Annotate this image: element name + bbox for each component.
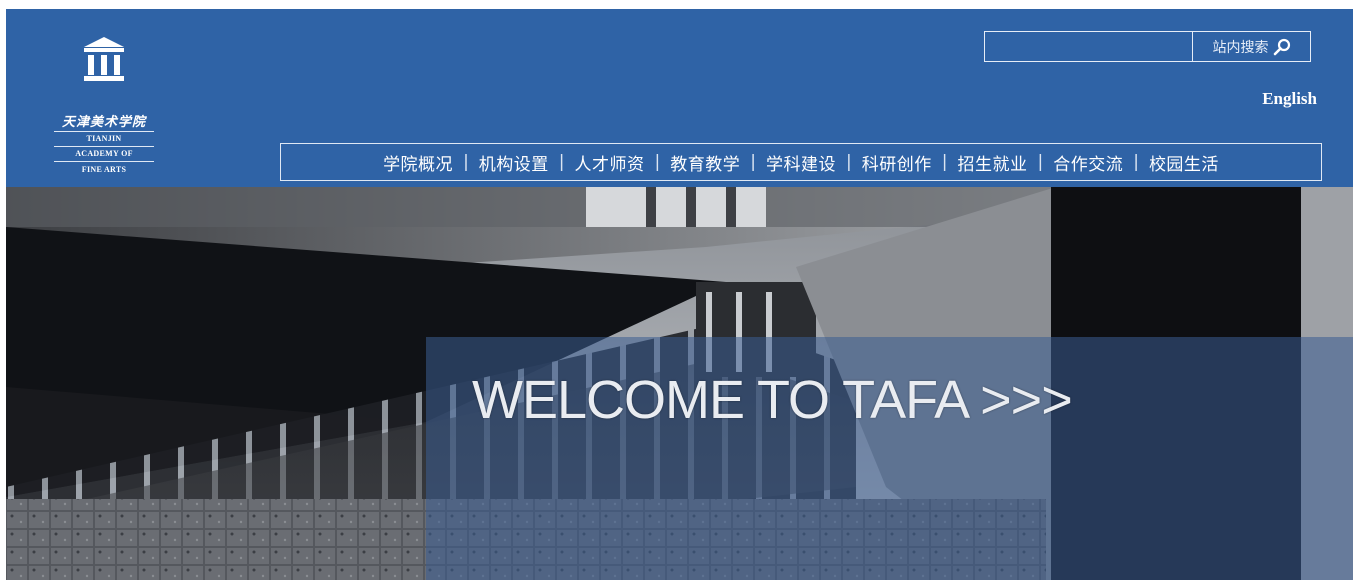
nav-item-3[interactable]: 人才师资 (567, 150, 653, 175)
nav-separator: | (941, 152, 948, 172)
nav-item-2[interactable]: 机构设置 (471, 150, 557, 175)
logo-divider (54, 161, 154, 162)
english-language-link[interactable]: English (1262, 89, 1317, 109)
logo-english-line-1: TIANJIN (86, 134, 122, 143)
nav-item-4[interactable]: 教育教学 (662, 150, 748, 175)
search-button[interactable]: 站内搜索 (1193, 32, 1310, 61)
main-navigation: 学院概况 | 机构设置 | 人才师资 | 教育教学 | 学科建设 | 科研创作 | 招生就业 | 合作交流 |… (280, 143, 1322, 181)
building-columns-icon (84, 37, 124, 81)
hero-banner: WELCOME TO TAFA >>> (6, 187, 1353, 580)
nav-item-5[interactable]: 学科建设 (758, 150, 844, 175)
nav-item-6[interactable]: 科研创作 (854, 150, 940, 175)
nav-item-9[interactable]: 校园生活 (1141, 150, 1227, 175)
nav-item-1[interactable]: 学院概况 (375, 150, 461, 175)
welcome-headline[interactable]: WELCOME TO TAFA >>> (472, 369, 1073, 431)
logo-divider (54, 131, 154, 132)
search-input[interactable] (985, 32, 1193, 61)
magnifier-icon (1273, 38, 1290, 55)
nav-separator: | (654, 152, 661, 172)
nav-separator: | (846, 152, 852, 172)
page-frame: 天津美术学院 TIANJIN ACADEMY OF FINE ARTS 站内搜索… (6, 9, 1353, 580)
logo-english-line-3: FINE ARTS (81, 165, 127, 174)
nav-separator: | (750, 152, 756, 172)
nav-separator: | (1037, 152, 1044, 172)
nav-separator: | (1133, 152, 1139, 172)
nav-separator: | (463, 152, 469, 172)
nav-item-7[interactable]: 招生就业 (949, 150, 1035, 175)
nav-item-8[interactable]: 合作交流 (1045, 150, 1131, 175)
logo-divider (54, 146, 154, 147)
site-search: 站内搜索 (984, 31, 1311, 62)
nav-separator: | (558, 152, 565, 172)
site-header: 天津美术学院 TIANJIN ACADEMY OF FINE ARTS 站内搜索… (6, 9, 1353, 187)
logo-english-line-2: ACADEMY OF (75, 149, 133, 158)
logo-chinese-name: 天津美术学院 (61, 115, 146, 130)
search-button-label: 站内搜索 (1212, 39, 1269, 56)
academy-logo[interactable]: 天津美术学院 TIANJIN ACADEMY OF FINE ARTS (50, 31, 158, 181)
